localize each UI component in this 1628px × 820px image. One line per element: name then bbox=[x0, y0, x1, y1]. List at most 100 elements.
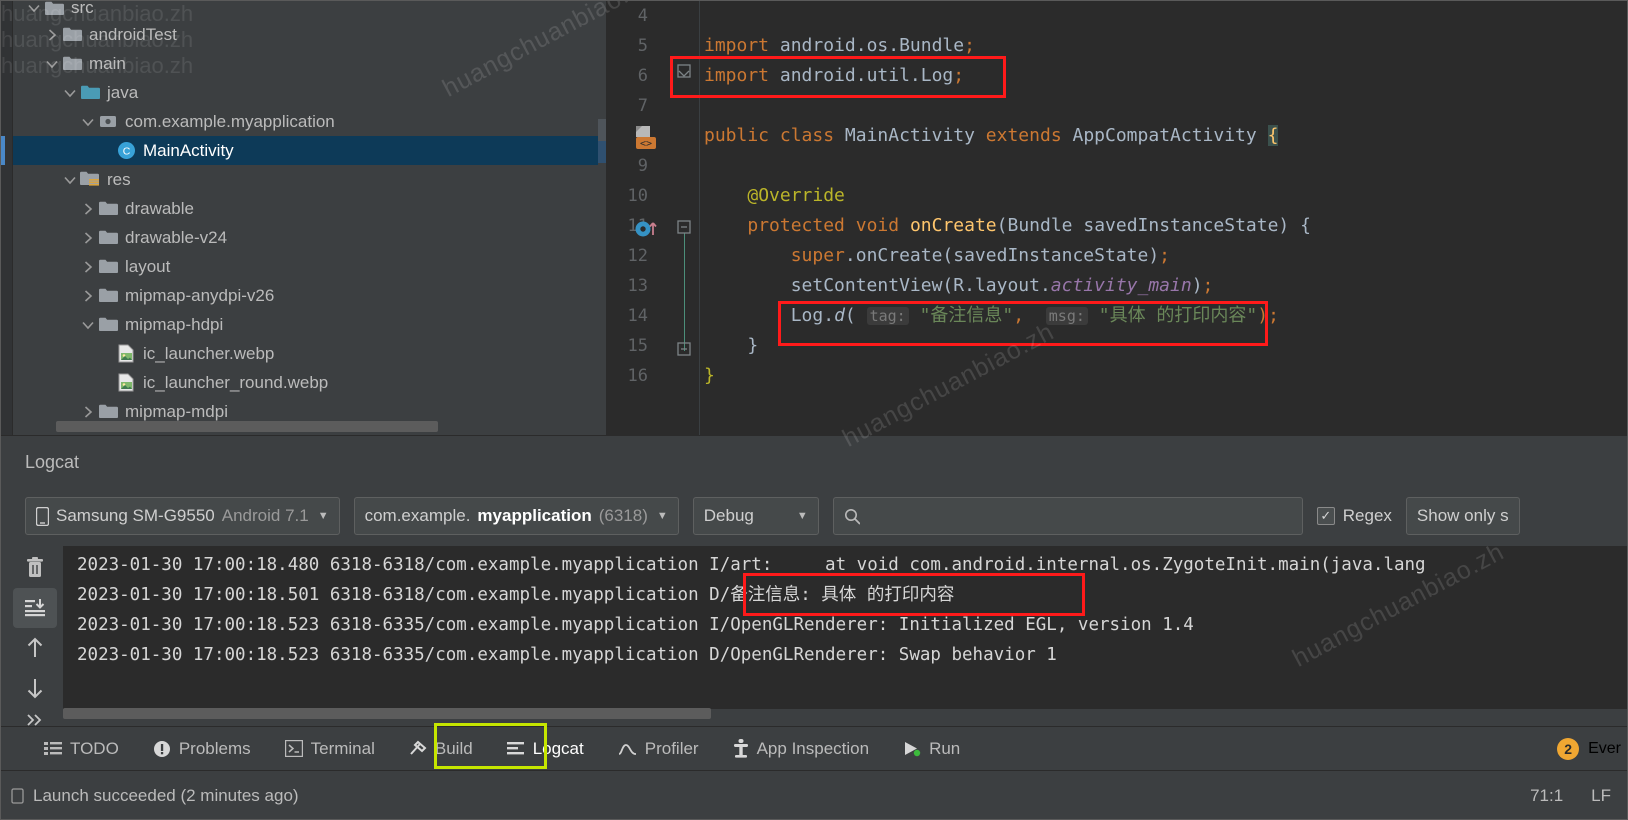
tree-item-label: ic_launcher_round.webp bbox=[143, 372, 329, 392]
semicolon: ; bbox=[953, 65, 965, 86]
code-line-6: import android.util.Log; bbox=[704, 61, 964, 91]
logcat-horizontal-scrollbar[interactable] bbox=[63, 708, 711, 719]
tree-item-drawable[interactable]: drawable bbox=[13, 194, 598, 223]
search-icon bbox=[844, 508, 860, 525]
svg-text:C: C bbox=[122, 146, 130, 158]
project-tree-panel[interactable]: src androidTest main java com.example.myappl… bbox=[1, 1, 598, 435]
fold-marker-imports[interactable] bbox=[676, 63, 692, 79]
tool-button-todo[interactable]: TODO bbox=[27, 727, 136, 771]
tree-item-androidtest[interactable]: androidTest bbox=[13, 20, 598, 49]
tool-button-logcat[interactable]: Logcat bbox=[490, 727, 601, 771]
folder-icon bbox=[97, 316, 119, 334]
tree-item-res[interactable]: res bbox=[13, 165, 598, 194]
keyword-public: public bbox=[704, 125, 770, 146]
status-indicators[interactable]: 71:1 LF bbox=[1530, 786, 1611, 806]
tree-item-com-example-myapplication[interactable]: com.example.myapplication bbox=[13, 107, 598, 136]
folder-source-icon bbox=[79, 84, 101, 102]
scroll-to-end-button[interactable] bbox=[13, 588, 57, 628]
editor-marker-strip bbox=[598, 1, 606, 435]
statement-end: ); bbox=[1257, 305, 1279, 326]
search-input[interactable] bbox=[867, 507, 1292, 525]
tool-button-build[interactable]: Build bbox=[392, 727, 490, 771]
tool-window-bar[interactable]: TODO Problems Terminal Build Logcat Prof… bbox=[1, 726, 1627, 771]
folder-icon bbox=[43, 1, 65, 17]
param-hint-tag: tag: bbox=[866, 307, 909, 325]
process-selector[interactable]: com.example. myapplication (6318) ▼ bbox=[353, 497, 679, 535]
chevron-down-icon[interactable] bbox=[79, 319, 97, 331]
line-number: 4 bbox=[637, 6, 648, 26]
chevron-right-icon[interactable] bbox=[79, 289, 97, 302]
line-separator[interactable]: LF bbox=[1591, 786, 1611, 806]
chevron-right-icon[interactable] bbox=[43, 28, 61, 41]
tree-item-mainactivity[interactable]: C MainActivity bbox=[1, 136, 598, 165]
keyword-extends: extends bbox=[985, 125, 1062, 146]
tree-item-src[interactable]: src bbox=[13, 1, 598, 20]
project-tree-list[interactable]: src androidTest main java com.example.myappl… bbox=[1, 1, 598, 426]
caret-position[interactable]: 71:1 bbox=[1530, 786, 1563, 806]
logcat-side-actions[interactable] bbox=[13, 548, 61, 708]
clear-logcat-button[interactable] bbox=[13, 548, 57, 588]
log-level-value: Debug bbox=[703, 506, 754, 525]
tree-item-drawable-v24[interactable]: drawable-v24 bbox=[13, 223, 598, 252]
chevron-right-icon[interactable] bbox=[79, 231, 97, 244]
tree-item-layout[interactable]: layout bbox=[13, 252, 598, 281]
tree-item-mipmap-hdpi[interactable]: mipmap-hdpi bbox=[13, 310, 598, 339]
regex-checkbox[interactable]: ✓ bbox=[1316, 507, 1335, 525]
tree-item-mipmap-anydpi-v26[interactable]: mipmap-anydpi-v26 bbox=[13, 281, 598, 310]
chevron-right-icon[interactable] bbox=[79, 405, 97, 418]
chevron-down-icon[interactable] bbox=[79, 116, 97, 128]
chevron-down-icon[interactable] bbox=[43, 58, 61, 70]
code-editor[interactable]: 45678910111213141516 <> bbox=[598, 1, 1627, 435]
override-method-icon[interactable] bbox=[634, 216, 660, 242]
chevron-right-icon[interactable] bbox=[79, 260, 97, 273]
event-log-label: Ever bbox=[1588, 740, 1621, 757]
tree-item-main[interactable]: main bbox=[13, 49, 598, 78]
previous-match-button[interactable] bbox=[13, 628, 57, 668]
tool-button-run[interactable]: Run bbox=[886, 727, 977, 771]
tree-item-ic-launcher-round-webp[interactable]: ic_launcher_round.webp bbox=[13, 368, 598, 397]
tool-button-problems[interactable]: Problems bbox=[136, 727, 268, 771]
regex-toggle[interactable]: ✓ Regex bbox=[1316, 506, 1392, 526]
event-count-badge: 2 bbox=[1557, 738, 1580, 760]
method-params: (Bundle savedInstanceState) { bbox=[996, 215, 1311, 236]
status-message-area[interactable]: Launch succeeded (2 minutes ago) bbox=[1, 786, 299, 806]
chevron-down-icon[interactable] bbox=[61, 174, 79, 186]
tool-button-profiler[interactable]: Profiler bbox=[601, 727, 716, 771]
layout-preview-icon[interactable]: <> bbox=[634, 125, 660, 151]
chevron-right-icon[interactable] bbox=[79, 202, 97, 215]
line-number: 14 bbox=[627, 306, 648, 326]
device-name: Samsung SM-G9550 bbox=[56, 506, 215, 525]
event-log-indicator[interactable]: 2 Ever bbox=[1557, 727, 1627, 771]
tool-button-terminal[interactable]: Terminal bbox=[268, 727, 392, 771]
chevron-down-icon[interactable] bbox=[25, 2, 43, 14]
logcat-title: Logcat bbox=[25, 452, 80, 472]
code-text-area[interactable]: import android.os.Bundle; import android… bbox=[704, 1, 1627, 435]
fold-marker-oncreate-open[interactable] bbox=[676, 219, 692, 235]
tree-horizontal-scrollbar[interactable] bbox=[56, 421, 438, 432]
logcat-toolbar[interactable]: Samsung SM-G9550 Android 7.1 ▼ com.examp… bbox=[25, 496, 1627, 536]
brace-close-class: } bbox=[704, 365, 715, 386]
keyword-import: import bbox=[704, 35, 770, 56]
paren-close: ) bbox=[1191, 275, 1203, 296]
chevron-down-icon[interactable] bbox=[61, 87, 79, 99]
line-number: 7 bbox=[637, 96, 648, 116]
fold-marker-oncreate-close[interactable] bbox=[676, 341, 692, 357]
logcat-search-box[interactable] bbox=[832, 497, 1303, 535]
process-package-prefix: com.example. bbox=[364, 506, 471, 525]
tool-button-app-inspection[interactable]: App Inspection bbox=[716, 727, 886, 771]
logcat-panel[interactable]: Logcat Samsung SM-G9550 Android 7.1 ▼ co… bbox=[1, 435, 1627, 726]
logcat-output-console[interactable]: 2023-01-30 17:00:18.480 6318-6318/com.ex… bbox=[63, 546, 1627, 709]
image-file-icon bbox=[115, 373, 137, 392]
tool-label: Build bbox=[434, 738, 473, 758]
log-level-selector[interactable]: Debug ▼ bbox=[692, 497, 819, 535]
tree-item-label: layout bbox=[125, 256, 171, 276]
device-selector[interactable]: Samsung SM-G9550 Android 7.1 ▼ bbox=[25, 497, 340, 535]
tree-item-label: mipmap-hdpi bbox=[125, 314, 224, 334]
tree-item-java[interactable]: java bbox=[13, 78, 598, 107]
tree-item-ic-launcher-webp[interactable]: ic_launcher.webp bbox=[13, 339, 598, 368]
tool-label: Logcat bbox=[532, 738, 584, 758]
process-pid: (6318) bbox=[598, 506, 648, 525]
status-bar: Launch succeeded (2 minutes ago) 71:1 LF bbox=[1, 770, 1627, 819]
show-only-selected-button[interactable]: Show only s bbox=[1405, 497, 1520, 535]
status-message: Launch succeeded (2 minutes ago) bbox=[33, 785, 299, 805]
